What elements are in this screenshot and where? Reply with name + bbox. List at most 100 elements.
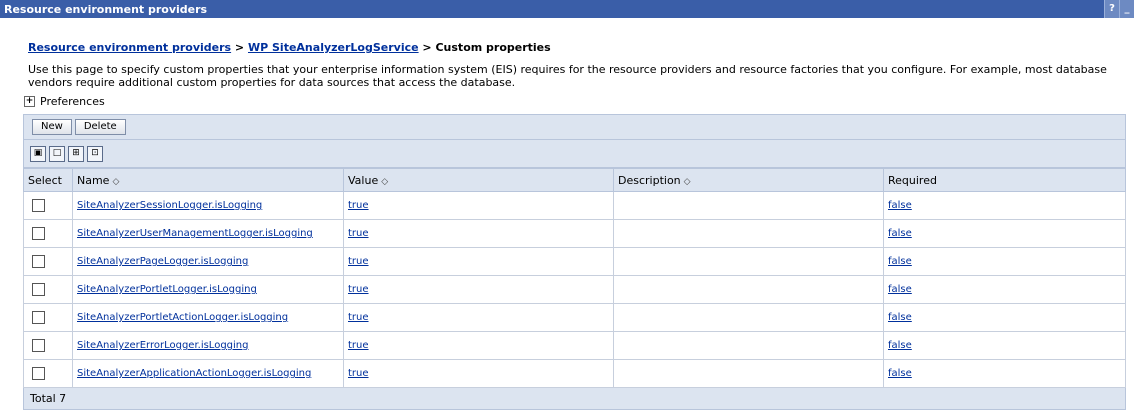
deselect-all-icon[interactable]: □	[49, 145, 65, 162]
value-cell: true	[343, 303, 614, 332]
titlebar-controls: ? _	[1104, 0, 1134, 18]
row-checkbox[interactable]	[32, 283, 45, 296]
preferences-label[interactable]: Preferences	[40, 95, 105, 108]
row-checkbox[interactable]	[32, 255, 45, 268]
required-cell: false	[883, 331, 1126, 360]
property-name-link[interactable]: SiteAnalyzerUserManagementLogger.isLoggi…	[77, 228, 313, 239]
value-cell: true	[343, 275, 614, 304]
row-checkbox[interactable]	[32, 339, 45, 352]
table-header-row: Select Name ◇ Value ◇ Description ◇ Require…	[23, 168, 1126, 192]
property-required-link[interactable]: false	[888, 200, 912, 211]
table-row: SiteAnalyzerErrorLogger.isLogging true fal…	[23, 331, 1126, 360]
preferences-toggle[interactable]: + Preferences	[24, 95, 1126, 108]
value-cell: true	[343, 331, 614, 360]
breadcrumb-link-service[interactable]: WP SiteAnalyzerLogService	[248, 41, 419, 54]
page-description: Use this page to specify custom properti…	[28, 63, 1107, 89]
property-value-link[interactable]: true	[348, 228, 369, 239]
name-cell: SiteAnalyzerApplicationActionLogger.isLo…	[72, 359, 344, 388]
sort-icon[interactable]: ◇	[684, 177, 691, 187]
name-cell: SiteAnalyzerErrorLogger.isLogging	[72, 331, 344, 360]
breadcrumb-separator: >	[231, 41, 248, 54]
select-cell	[23, 247, 73, 276]
col-header-label: Name	[77, 173, 110, 187]
description-cell	[613, 359, 884, 388]
description-cell	[613, 219, 884, 248]
property-name-link[interactable]: SiteAnalyzerPageLogger.isLogging	[77, 256, 248, 267]
window-title: Resource environment providers	[4, 2, 208, 16]
name-cell: SiteAnalyzerPageLogger.isLogging	[72, 247, 344, 276]
property-value-link[interactable]: true	[348, 340, 369, 351]
collection-panel: New Delete ▣ □ ⊞ ⊡ Select Name ◇ Value ◇ D…	[23, 114, 1126, 410]
col-header-value[interactable]: Value ◇	[343, 168, 614, 192]
name-cell: SiteAnalyzerUserManagementLogger.isLoggi…	[72, 219, 344, 248]
property-name-link[interactable]: SiteAnalyzerApplicationActionLogger.isLo…	[77, 368, 311, 379]
delete-button[interactable]: Delete	[74, 119, 126, 135]
custom-properties-table: Select Name ◇ Value ◇ Description ◇ Require…	[23, 168, 1126, 388]
window-titlebar: Resource environment providers ? _	[0, 0, 1134, 18]
value-cell: true	[343, 191, 614, 220]
table-row: SiteAnalyzerApplicationActionLogger.isLo…	[23, 359, 1126, 388]
property-required-link[interactable]: false	[888, 340, 912, 351]
property-required-link[interactable]: false	[888, 256, 912, 267]
property-required-link[interactable]: false	[888, 368, 912, 379]
breadcrumb-separator: >	[418, 41, 436, 54]
table-row: SiteAnalyzerPortletActionLogger.isLoggin…	[23, 303, 1126, 332]
property-name-link[interactable]: SiteAnalyzerPortletActionLogger.isLoggin…	[77, 312, 288, 323]
expand-icon[interactable]: +	[24, 96, 35, 107]
property-required-link[interactable]: false	[888, 312, 912, 323]
clear-filter-icon[interactable]: ⊡	[87, 145, 103, 162]
description-cell	[613, 275, 884, 304]
property-name-link[interactable]: SiteAnalyzerErrorLogger.isLogging	[77, 340, 248, 351]
required-cell: false	[883, 247, 1126, 276]
description-cell	[613, 247, 884, 276]
name-cell: SiteAnalyzerPortletActionLogger.isLoggin…	[72, 303, 344, 332]
col-header-label: Description	[618, 173, 681, 187]
select-cell	[23, 191, 73, 220]
property-required-link[interactable]: false	[888, 228, 912, 239]
name-cell: SiteAnalyzerPortletLogger.isLogging	[72, 275, 344, 304]
value-cell: true	[343, 359, 614, 388]
col-header-description[interactable]: Description ◇	[613, 168, 884, 192]
table-row: SiteAnalyzerPortletLogger.isLogging true f…	[23, 275, 1126, 304]
required-cell: false	[883, 275, 1126, 304]
page-content: Resource environment providers > WP Site…	[0, 41, 1134, 410]
new-button[interactable]: New	[32, 119, 72, 135]
col-header-required: Required	[883, 168, 1126, 192]
select-cell	[23, 275, 73, 304]
required-cell: false	[883, 219, 1126, 248]
sort-icon[interactable]: ◇	[112, 177, 119, 187]
property-name-link[interactable]: SiteAnalyzerPortletLogger.isLogging	[77, 284, 257, 295]
sort-icon[interactable]: ◇	[381, 177, 388, 187]
table-tools: ▣ □ ⊞ ⊡	[23, 140, 1126, 168]
property-value-link[interactable]: true	[348, 312, 369, 323]
property-name-link[interactable]: SiteAnalyzerSessionLogger.isLogging	[77, 200, 262, 211]
property-value-link[interactable]: true	[348, 368, 369, 379]
select-cell	[23, 331, 73, 360]
breadcrumb-link-providers[interactable]: Resource environment providers	[28, 41, 231, 54]
property-required-link[interactable]: false	[888, 284, 912, 295]
row-checkbox[interactable]	[32, 227, 45, 240]
row-checkbox[interactable]	[32, 367, 45, 380]
help-icon[interactable]: ?	[1104, 0, 1119, 18]
description-cell	[613, 331, 884, 360]
value-cell: true	[343, 219, 614, 248]
breadcrumb-current: Custom properties	[435, 41, 551, 54]
table-row: SiteAnalyzerUserManagementLogger.isLoggi…	[23, 219, 1126, 248]
table-row: SiteAnalyzerPageLogger.isLogging true fals…	[23, 247, 1126, 276]
col-header-name[interactable]: Name ◇	[72, 168, 344, 192]
table-row: SiteAnalyzerSessionLogger.isLogging true f…	[23, 191, 1126, 220]
name-cell: SiteAnalyzerSessionLogger.isLogging	[72, 191, 344, 220]
minimize-icon[interactable]: _	[1119, 0, 1134, 18]
required-cell: false	[883, 191, 1126, 220]
property-value-link[interactable]: true	[348, 256, 369, 267]
description-cell	[613, 303, 884, 332]
property-value-link[interactable]: true	[348, 284, 369, 295]
select-all-icon[interactable]: ▣	[30, 145, 46, 162]
required-cell: false	[883, 359, 1126, 388]
show-filter-icon[interactable]: ⊞	[68, 145, 84, 162]
select-cell	[23, 219, 73, 248]
property-value-link[interactable]: true	[348, 200, 369, 211]
row-checkbox[interactable]	[32, 199, 45, 212]
row-checkbox[interactable]	[32, 311, 45, 324]
col-header-select: Select	[23, 168, 73, 192]
